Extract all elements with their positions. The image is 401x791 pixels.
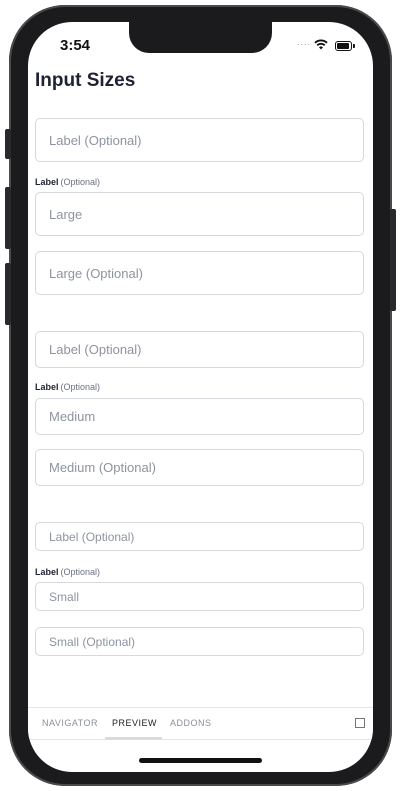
large-optional-placeholder: Large (Optional) bbox=[49, 265, 143, 281]
small-optional-placeholder: Small (Optional) bbox=[49, 634, 136, 649]
active-tab-indicator bbox=[105, 737, 162, 740]
tab-preview[interactable]: PREVIEW bbox=[112, 718, 157, 728]
addon-tabbar: NAVIGATOR PREVIEW ADDONS bbox=[28, 707, 373, 740]
signal-dots: .... bbox=[297, 37, 312, 47]
medium-label-text: Label bbox=[35, 382, 59, 392]
home-indicator bbox=[139, 758, 262, 763]
large-placeholder: Large bbox=[49, 206, 83, 222]
small-field-label: Label (Optional) bbox=[35, 567, 100, 577]
volume-up-button bbox=[5, 187, 11, 249]
large-field-label: Label (Optional) bbox=[35, 177, 100, 187]
power-button bbox=[390, 209, 396, 311]
small-optional-text: (Optional) bbox=[60, 567, 101, 577]
volume-down-button bbox=[5, 263, 11, 325]
medium-optional-text: (Optional) bbox=[60, 382, 101, 392]
small-label-optional-placeholder: Label (Optional) bbox=[49, 529, 135, 544]
medium-placeholder: Medium bbox=[49, 409, 96, 424]
medium-optional-input[interactable]: Medium (Optional) bbox=[35, 449, 364, 486]
large-label-optional-input[interactable]: Label (Optional) bbox=[35, 118, 364, 162]
battery-icon bbox=[335, 41, 355, 51]
medium-optional-placeholder: Medium (Optional) bbox=[49, 460, 156, 475]
small-optional-input[interactable]: Small (Optional) bbox=[35, 627, 364, 656]
large-optional-input[interactable]: Large (Optional) bbox=[35, 251, 364, 295]
wifi-icon bbox=[314, 39, 328, 50]
medium-label-optional-placeholder: Label (Optional) bbox=[49, 342, 142, 357]
screen: 3:54 .... Input Sizes Label (Optional) L… bbox=[28, 22, 373, 772]
medium-field-label: Label (Optional) bbox=[35, 382, 100, 392]
large-input[interactable]: Large bbox=[35, 192, 364, 236]
small-input[interactable]: Small bbox=[35, 582, 364, 611]
large-label-optional-placeholder: Label (Optional) bbox=[49, 132, 142, 148]
small-label-text: Label bbox=[35, 567, 59, 577]
medium-input[interactable]: Medium bbox=[35, 398, 364, 435]
page-title: Input Sizes bbox=[35, 70, 136, 91]
medium-label-optional-input[interactable]: Label (Optional) bbox=[35, 331, 364, 368]
large-optional-text: (Optional) bbox=[60, 177, 101, 187]
large-label-text: Label bbox=[35, 177, 59, 187]
status-time: 3:54 bbox=[60, 37, 91, 54]
tab-addons[interactable]: ADDONS bbox=[170, 718, 212, 728]
square-icon[interactable] bbox=[355, 718, 365, 728]
notch bbox=[129, 22, 272, 53]
small-label-optional-input[interactable]: Label (Optional) bbox=[35, 522, 364, 551]
tab-navigator[interactable]: NAVIGATOR bbox=[42, 718, 98, 728]
mute-switch bbox=[5, 129, 11, 159]
small-placeholder: Small bbox=[49, 589, 80, 604]
